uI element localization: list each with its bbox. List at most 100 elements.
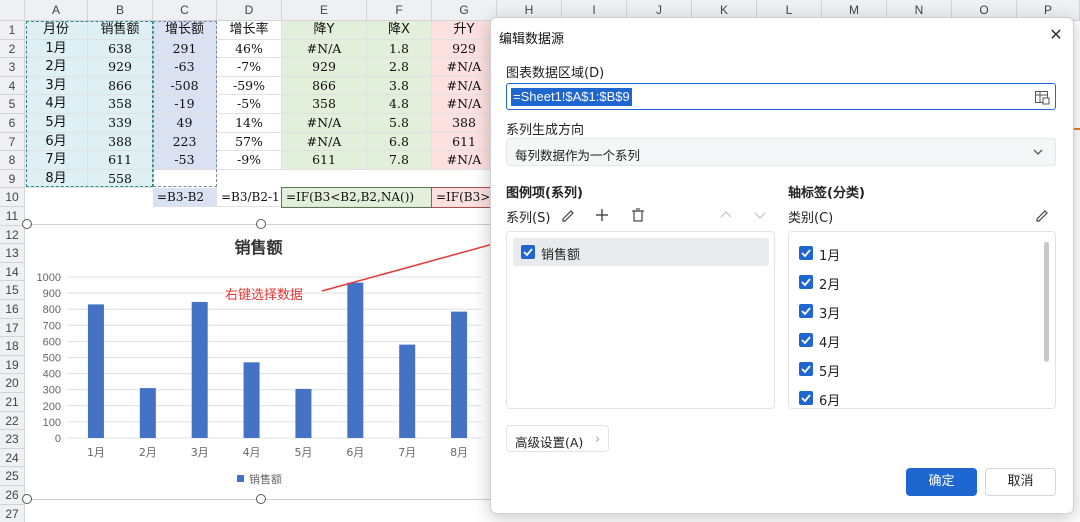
table-cell[interactable]: #N/A (432, 58, 497, 77)
category-checkbox[interactable] (799, 362, 813, 376)
edit-category-icon[interactable] (1033, 206, 1051, 224)
close-icon[interactable]: ✕ (1047, 26, 1065, 44)
list-item[interactable]: 销售额 (513, 238, 769, 266)
series-list[interactable]: 销售额 (506, 231, 775, 409)
table-cell[interactable]: 8月 (25, 169, 88, 189)
ok-button[interactable]: 确定 (906, 468, 977, 496)
table-cell[interactable]: 2月 (25, 58, 88, 77)
row-header-27[interactable]: 27 (0, 504, 25, 522)
chart-resize-handle-top-left[interactable] (22, 219, 32, 229)
list-item[interactable]: 3月 (799, 300, 999, 322)
table-cell[interactable]: 866 (88, 76, 153, 96)
row-header-9[interactable]: 9 (0, 169, 25, 189)
row-header-12[interactable]: 12 (0, 225, 25, 245)
table-cell[interactable]: 3.8 (367, 76, 432, 96)
table-cell[interactable]: 5.8 (367, 114, 432, 133)
list-item[interactable]: 6月 (799, 387, 999, 409)
table-cell[interactable]: 2.8 (367, 58, 432, 77)
table-cell[interactable]: 866 (282, 76, 367, 96)
row-header-16[interactable]: 16 (0, 300, 25, 319)
chevron-down-icon[interactable] (751, 206, 769, 224)
table-cell[interactable]: #N/A (432, 151, 497, 170)
table-cell[interactable]: -5% (217, 95, 282, 114)
row-header-25[interactable]: 25 (0, 467, 25, 486)
row-header-19[interactable]: 19 (0, 355, 25, 375)
category-scrollbar[interactable] (1044, 242, 1049, 362)
column-header-e[interactable]: E (282, 0, 367, 21)
column-header-b[interactable]: B (88, 0, 153, 21)
advanced-settings-button[interactable]: 高级设置(A) › (506, 425, 609, 452)
row-header-17[interactable]: 17 (0, 318, 25, 338)
table-cell[interactable]: 388 (432, 114, 497, 133)
table-cell[interactable]: -63 (153, 58, 217, 77)
add-series-icon[interactable] (593, 206, 611, 224)
category-checkbox[interactable] (799, 333, 813, 347)
row-header-2[interactable]: 2 (0, 39, 25, 59)
cancel-button[interactable]: 取消 (985, 468, 1056, 496)
table-cell[interactable]: 358 (88, 95, 153, 114)
series-checkbox[interactable] (521, 245, 535, 259)
row-header-7[interactable]: 7 (0, 132, 25, 152)
header-cell[interactable]: 增长额 (153, 21, 217, 40)
table-cell[interactable]: 611 (282, 151, 367, 170)
table-cell[interactable]: #N/A (282, 39, 367, 59)
row-header-26[interactable]: 26 (0, 486, 25, 505)
table-cell[interactable]: 7月 (25, 151, 88, 170)
table-cell[interactable]: 339 (88, 114, 153, 133)
header-cell[interactable]: 升Y (432, 21, 497, 40)
range-picker-icon[interactable] (1034, 89, 1050, 105)
list-item[interactable]: 5月 (799, 358, 999, 380)
delete-series-icon[interactable] (629, 206, 647, 224)
table-cell[interactable]: -19 (153, 95, 217, 114)
table-cell[interactable]: #N/A (282, 132, 367, 152)
table-cell[interactable]: -7% (217, 58, 282, 77)
row-header-13[interactable]: 13 (0, 244, 25, 263)
category-checkbox[interactable] (799, 304, 813, 318)
table-cell[interactable]: -53 (153, 151, 217, 170)
table-cell[interactable]: 7.8 (367, 151, 432, 170)
table-cell[interactable]: #N/A (432, 76, 497, 96)
table-cell[interactable]: -59% (217, 76, 282, 96)
header-cell[interactable]: 增长率 (217, 21, 282, 40)
column-header-c[interactable]: C (153, 0, 217, 21)
category-checkbox[interactable] (799, 275, 813, 289)
formula-cell-d10[interactable]: =B3/B2-1 (217, 188, 282, 207)
row-header-22[interactable]: 22 (0, 411, 25, 431)
chart-resize-handle-bottom-left[interactable] (22, 494, 32, 504)
header-cell[interactable]: 销售额 (88, 21, 153, 40)
table-cell[interactable]: 291 (153, 39, 217, 59)
column-header-f[interactable]: F (367, 0, 432, 21)
table-cell[interactable]: 558 (88, 169, 153, 189)
table-cell[interactable]: 1.8 (367, 39, 432, 59)
table-cell[interactable]: 611 (432, 132, 497, 152)
table-cell[interactable]: 6.8 (367, 132, 432, 152)
sales-chart[interactable]: 销售额 0 100 200 300 400 500 600 700 800 900 1000 1月 2月 3… (27, 224, 490, 500)
table-cell[interactable]: 4.8 (367, 95, 432, 114)
row-header-15[interactable]: 15 (0, 281, 25, 300)
direction-select[interactable]: 每列数据作为一个系列 (506, 138, 1056, 166)
row-header-20[interactable]: 20 (0, 374, 25, 393)
table-cell[interactable]: 6月 (25, 132, 88, 152)
category-list[interactable]: 1月 2月 3月 4月 5月 6月 (788, 231, 1056, 409)
row-header-6[interactable]: 6 (0, 114, 25, 133)
table-cell[interactable]: 1月 (25, 39, 88, 59)
table-cell[interactable]: 46% (217, 39, 282, 59)
list-item[interactable]: 2月 (799, 271, 999, 293)
table-cell[interactable]: #N/A (282, 114, 367, 133)
row-header-23[interactable]: 23 (0, 430, 25, 449)
column-header-g[interactable]: G (432, 0, 497, 21)
chevron-up-icon[interactable] (717, 206, 735, 224)
range-input[interactable]: =Sheet1!$A$1:$B$9 (506, 83, 1056, 110)
row-header-24[interactable]: 24 (0, 448, 25, 468)
column-header-d[interactable]: D (217, 0, 282, 21)
table-cell[interactable]: 358 (282, 95, 367, 114)
table-cell[interactable]: 3月 (25, 76, 88, 96)
select-all-corner[interactable] (0, 0, 25, 21)
table-cell[interactable]: #N/A (432, 95, 497, 114)
table-cell[interactable]: 611 (88, 151, 153, 170)
row-header-4[interactable]: 4 (0, 76, 25, 96)
table-cell[interactable]: -9% (217, 151, 282, 170)
table-cell[interactable]: 929 (88, 58, 153, 77)
category-checkbox[interactable] (799, 246, 813, 260)
formula-cell-c10[interactable]: =B3-B2 (153, 188, 217, 207)
